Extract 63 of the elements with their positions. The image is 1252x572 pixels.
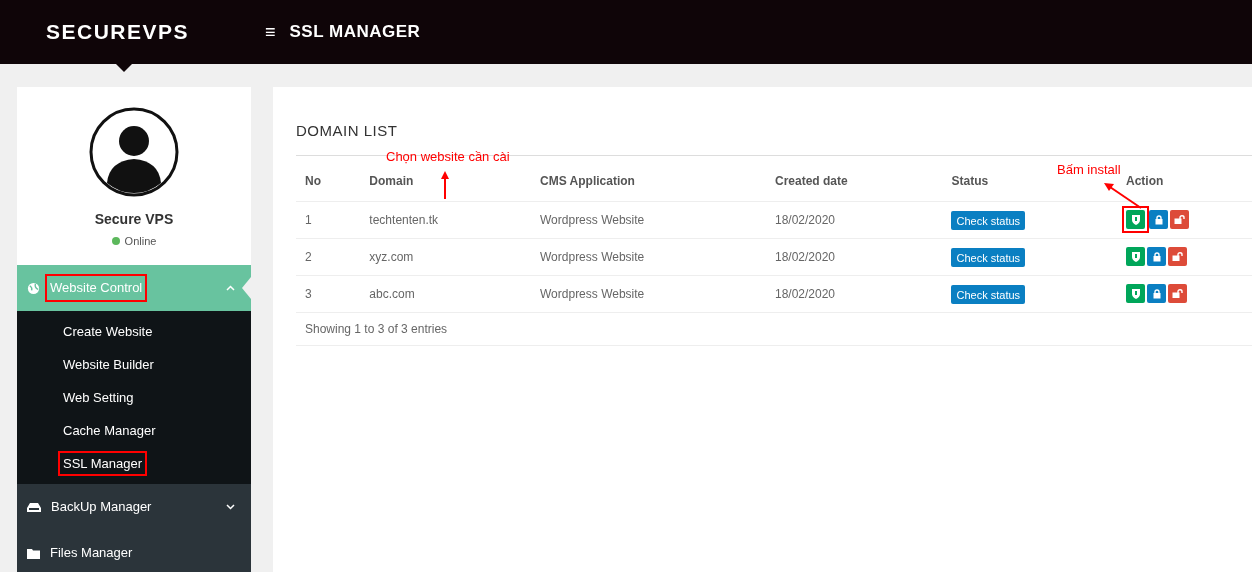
table-cell-text: 18/02/2020 [775, 248, 837, 266]
lock-button[interactable] [1147, 247, 1166, 266]
unlock-button[interactable] [1170, 210, 1189, 229]
table-cell-text: techtenten.tk [369, 211, 440, 229]
annotation-arrow [440, 171, 450, 199]
drive-icon [27, 501, 41, 513]
table-cell-text: 18/02/2020 [775, 211, 837, 229]
menu-icon[interactable]: ≡ [265, 18, 276, 46]
table-cell-text: 2 [305, 248, 313, 266]
page-title: SSL MANAGER [289, 21, 421, 44]
unlock-button[interactable] [1168, 247, 1187, 266]
column-header: Action [1126, 173, 1164, 188]
lock-button[interactable] [1147, 284, 1166, 303]
column-header: Status [951, 173, 989, 188]
table-cell-text: 3 [305, 285, 313, 303]
check-status-button[interactable]: Check status [951, 248, 1026, 268]
sidebar-item[interactable]: BackUp Manager [17, 484, 251, 530]
annotation-text: Bấm install [1057, 161, 1121, 179]
panel-title: DOMAIN LIST [296, 121, 399, 141]
avatar-icon [89, 107, 179, 197]
lock-button[interactable] [1149, 210, 1168, 229]
check-status-button[interactable]: Check status [951, 211, 1026, 231]
submenu-item[interactable]: Create Website [58, 318, 158, 345]
table-cell-text: Wordpress Website [540, 211, 646, 229]
status-text: Online [124, 234, 157, 249]
sidebar-label: Files Manager [49, 544, 134, 563]
install-button[interactable] [1126, 247, 1145, 266]
column-header: No [305, 173, 321, 188]
submenu-item[interactable]: Web Setting [58, 384, 139, 411]
table-cell-text: Wordpress Website [540, 248, 646, 266]
sidebar-label: BackUp Manager [50, 498, 153, 517]
annotation-text: Chọn website cần cài [386, 148, 510, 166]
unlock-button[interactable] [1168, 284, 1187, 303]
column-header: CMS Application [540, 173, 635, 188]
globe-icon [27, 281, 40, 295]
sidebar-label: Website Control [45, 274, 148, 302]
logo[interactable]: SECUREVPS [46, 16, 206, 48]
table-cell-text: 1 [305, 211, 313, 229]
install-button[interactable] [1126, 284, 1145, 303]
table-cell-text: 18/02/2020 [775, 285, 837, 303]
submenu-item[interactable]: Cache Manager [58, 417, 161, 444]
column-header: Created date [775, 173, 848, 188]
shield-icon [1131, 251, 1140, 262]
profile-name: Secure VPS [94, 210, 174, 229]
lock-icon [1152, 251, 1161, 262]
table-cell-text: Wordpress Website [540, 285, 646, 303]
column-header: Domain [369, 173, 414, 188]
shield-icon [1131, 214, 1140, 225]
submenu-item[interactable]: SSL Manager [58, 450, 147, 477]
check-status-button[interactable]: Check status [951, 285, 1026, 305]
lock-icon [1154, 214, 1163, 225]
folder-icon [27, 547, 40, 559]
table-cell-text: xyz.com [369, 248, 415, 266]
lock-icon [1152, 288, 1161, 299]
unlock-icon [1174, 215, 1185, 224]
unlock-icon [1172, 252, 1183, 261]
table-cell-text: abc.com [369, 285, 416, 303]
table-footer: Showing 1 to 3 of 3 entries [296, 312, 1252, 346]
active-notch [242, 277, 251, 299]
shield-icon [1131, 288, 1140, 299]
unlock-icon [1172, 289, 1183, 298]
submenu-item[interactable]: Website Builder [58, 351, 159, 378]
sidebar-item[interactable]: Files Manager [17, 530, 251, 572]
